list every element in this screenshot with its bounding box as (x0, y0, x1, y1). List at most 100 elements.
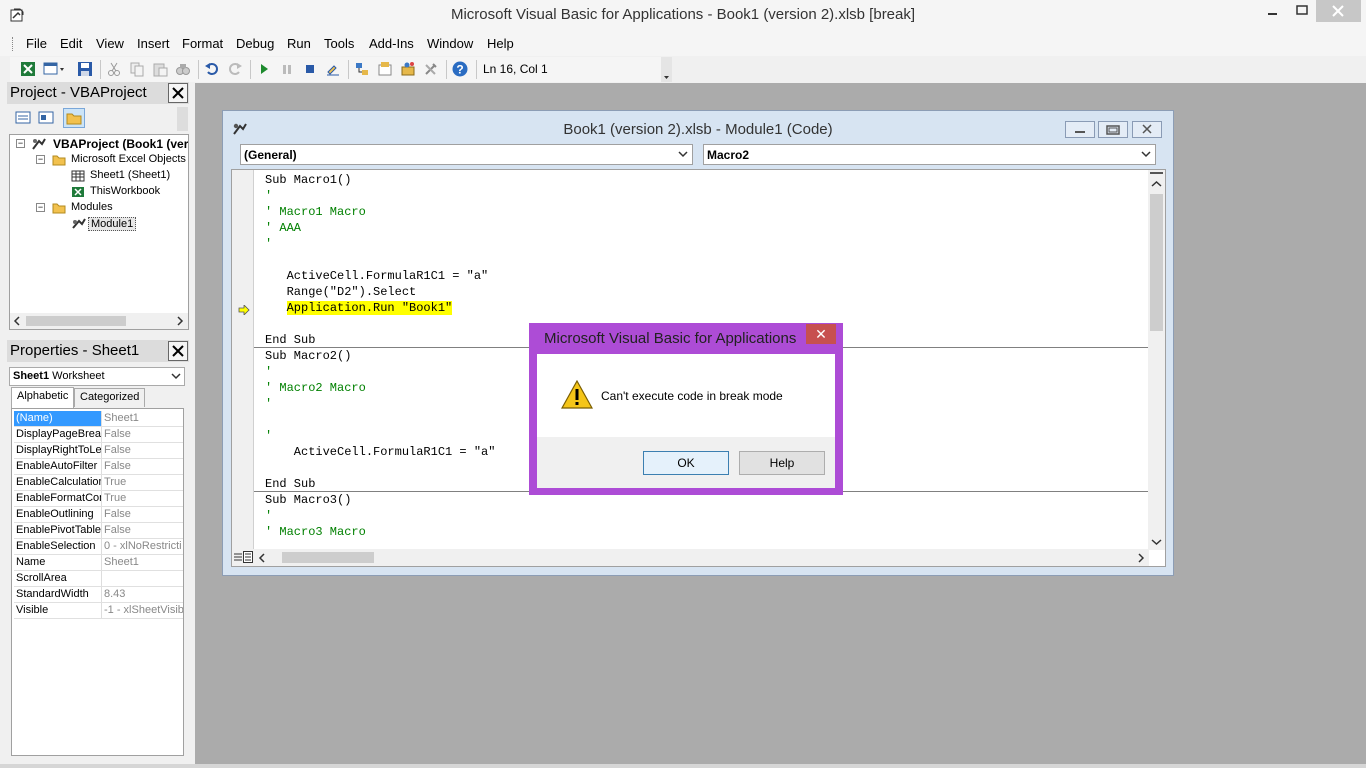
tree-collapse-toggle[interactable]: − (16, 139, 25, 148)
property-value[interactable]: -1 - xlSheetVisib (102, 603, 183, 618)
code-horizontal-scrollbar[interactable] (254, 549, 1149, 566)
code-line[interactable]: End Sub (265, 332, 315, 348)
property-row[interactable]: (Name) Sheet1 (14, 411, 183, 427)
tree-item-excel-objects[interactable]: Microsoft Excel Objects (71, 153, 186, 165)
menu-addins[interactable]: Add-Ins (369, 36, 414, 51)
toggle-folders-button[interactable] (63, 108, 85, 128)
property-row[interactable]: StandardWidth 8.43 (14, 587, 183, 603)
tree-collapse-toggle[interactable]: − (36, 155, 45, 164)
menu-edit[interactable]: Edit (60, 36, 82, 51)
scroll-thumb[interactable] (1150, 194, 1163, 331)
property-row[interactable]: EnableSelection 0 - xlNoRestricti (14, 539, 183, 555)
code-line-current[interactable]: Application.Run "Book1" (265, 300, 453, 316)
undo-icon[interactable] (204, 61, 220, 77)
design-mode-icon[interactable] (325, 61, 341, 77)
menu-format[interactable]: Format (182, 36, 223, 51)
object-combo[interactable]: (General) (240, 144, 693, 165)
tab-alphabetic[interactable]: Alphabetic (11, 387, 75, 408)
tree-item-sheet1[interactable]: Sheet1 (Sheet1) (90, 169, 170, 181)
property-value[interactable]: False (102, 443, 183, 458)
property-value[interactable]: True (102, 475, 183, 490)
maximize-button[interactable] (1290, 0, 1316, 22)
menu-view[interactable]: View (96, 36, 124, 51)
property-value[interactable] (102, 571, 183, 586)
code-line[interactable]: ActiveCell.FormulaR1C1 = "a" (265, 268, 489, 284)
property-value[interactable]: 0 - xlNoRestricti (102, 539, 183, 554)
tree-collapse-toggle[interactable]: − (36, 203, 45, 212)
property-value[interactable]: True (102, 491, 183, 506)
reset-icon[interactable] (302, 61, 318, 77)
chevron-left-icon[interactable] (13, 316, 21, 326)
code-window-close-button[interactable] (1132, 121, 1162, 138)
property-row[interactable]: Name Sheet1 (14, 555, 183, 571)
code-line[interactable]: ' Macro2 Macro (265, 380, 366, 396)
property-row[interactable]: EnableOutlining False (14, 507, 183, 523)
properties-icon[interactable] (377, 61, 393, 77)
project-panel-close-button[interactable] (168, 83, 188, 103)
scroll-thumb[interactable] (26, 316, 126, 326)
tree-item-modules[interactable]: Modules (71, 201, 113, 213)
code-line[interactable]: ' (265, 396, 272, 412)
chevron-down-icon[interactable] (1151, 538, 1162, 546)
full-module-view-icon[interactable] (243, 551, 253, 563)
code-line[interactable]: ' (265, 508, 272, 524)
menu-help[interactable]: Help (487, 36, 514, 51)
object-selector-dropdown[interactable]: Sheet1 Worksheet (9, 367, 185, 386)
ok-button[interactable]: OK (643, 451, 729, 475)
cut-icon[interactable] (106, 61, 122, 77)
property-value[interactable]: Sheet1 (102, 411, 183, 426)
run-icon[interactable] (256, 61, 272, 77)
code-line[interactable]: Sub Macro2() (265, 348, 351, 364)
insert-module-icon[interactable] (43, 61, 65, 77)
procedure-view-icon[interactable] (233, 551, 243, 563)
property-row[interactable]: EnableAutoFilter False (14, 459, 183, 475)
chevron-up-icon[interactable] (1151, 180, 1162, 188)
redo-icon[interactable] (227, 61, 243, 77)
property-value[interactable]: Sheet1 (102, 555, 183, 570)
code-line[interactable]: ActiveCell.FormulaR1C1 = "a" (265, 444, 496, 460)
code-line[interactable]: Range("D2").Select (265, 284, 417, 300)
procedure-combo[interactable]: Macro2 (703, 144, 1156, 165)
code-line[interactable]: Sub Macro3() (265, 492, 351, 508)
help-button[interactable]: Help (739, 451, 825, 475)
menu-insert[interactable]: Insert (137, 36, 170, 51)
code-line[interactable]: ' Macro1 Macro (265, 204, 366, 220)
tree-item-vbaproject[interactable]: VBAProject (Book1 (ver (53, 137, 188, 151)
code-line[interactable]: ' (265, 364, 272, 380)
property-row[interactable]: DisplayPageBreak False (14, 427, 183, 443)
property-row[interactable]: Visible -1 - xlSheetVisib (14, 603, 183, 619)
copy-icon[interactable] (129, 61, 145, 77)
property-row[interactable]: EnablePivotTable False (14, 523, 183, 539)
break-icon[interactable] (279, 61, 295, 77)
tree-horizontal-scrollbar[interactable] (10, 313, 188, 329)
excel-icon[interactable] (20, 61, 36, 77)
view-object-button[interactable] (35, 108, 57, 128)
code-line[interactable]: ' AAA (265, 220, 301, 236)
code-line[interactable]: ' (265, 188, 272, 204)
toolbar-overflow[interactable] (661, 57, 672, 82)
paste-icon[interactable] (152, 61, 168, 77)
toolbox-icon[interactable] (423, 61, 439, 77)
project-toolbar-scroll[interactable] (177, 107, 188, 131)
property-value[interactable]: False (102, 523, 183, 538)
menu-grip[interactable] (12, 37, 15, 51)
menu-debug[interactable]: Debug (236, 36, 274, 51)
properties-panel-close-button[interactable] (168, 341, 188, 361)
dialog-close-button[interactable]: ✕ (806, 324, 836, 344)
menu-file[interactable]: File (26, 36, 47, 51)
highlighted-statement[interactable]: Application.Run "Book1" (286, 301, 453, 315)
split-bar[interactable] (1150, 172, 1163, 177)
menu-window[interactable]: Window (427, 36, 473, 51)
close-button[interactable] (1316, 0, 1361, 22)
tab-categorized[interactable]: Categorized (74, 388, 146, 407)
code-line[interactable]: ' Macro3 Macro (265, 524, 366, 540)
code-line[interactable]: Sub Macro1() (265, 172, 351, 188)
help-icon[interactable]: ? (452, 61, 468, 77)
menu-run[interactable]: Run (287, 36, 311, 51)
view-code-button[interactable] (12, 108, 34, 128)
object-browser-icon[interactable] (400, 61, 416, 77)
chevron-left-icon[interactable] (258, 553, 266, 563)
code-window-restore-button[interactable] (1098, 121, 1128, 138)
property-row[interactable]: DisplayRightToLef False (14, 443, 183, 459)
chevron-right-icon[interactable] (176, 316, 184, 326)
